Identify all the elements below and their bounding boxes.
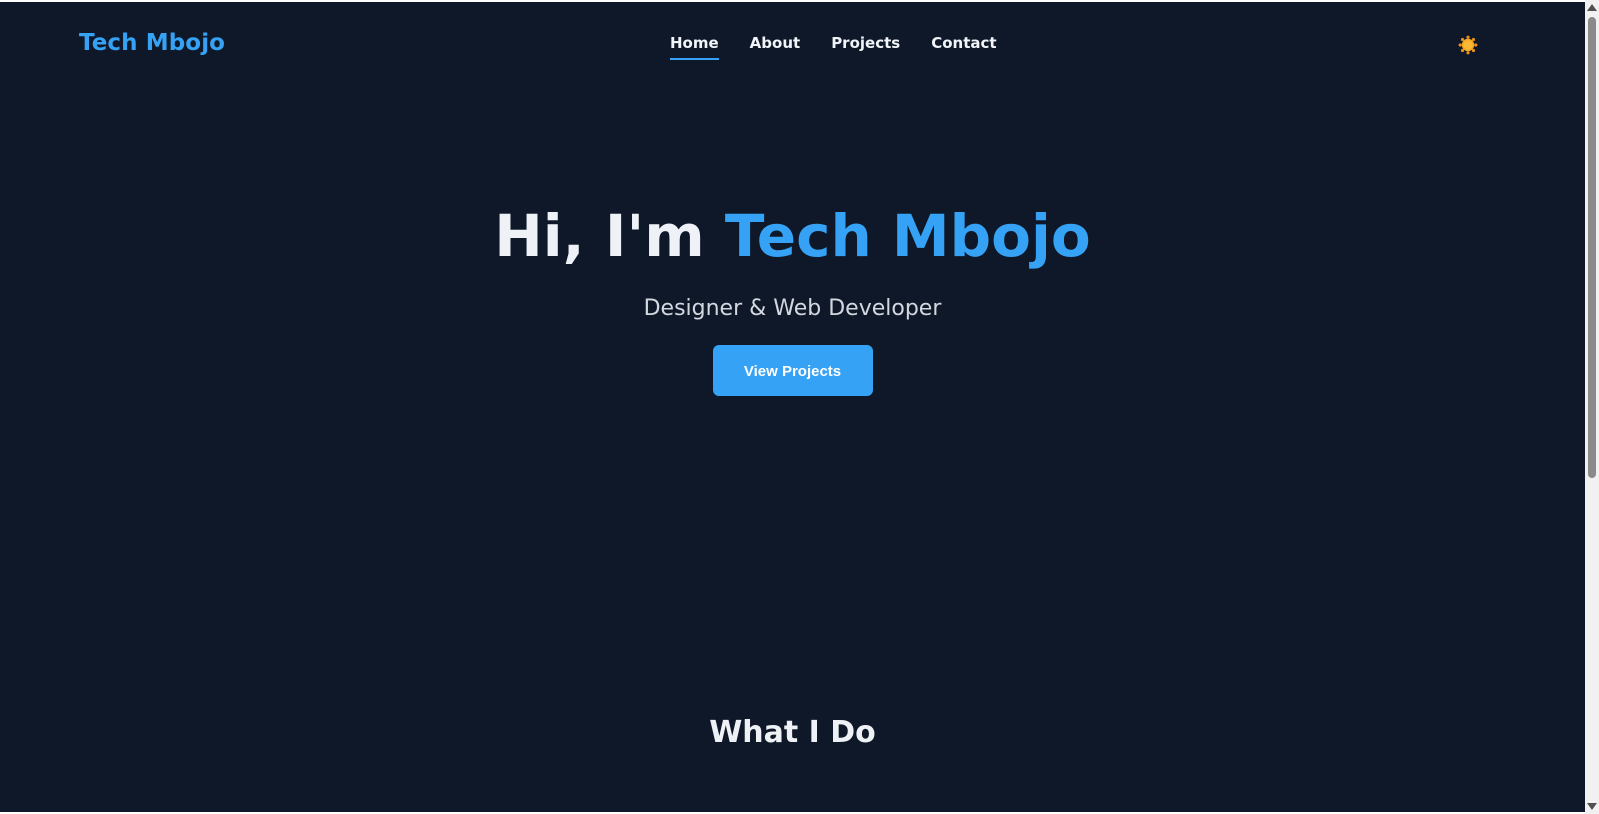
hero-title: Hi, I'm Tech Mbojo (0, 202, 1585, 272)
nav-item-home[interactable]: Home (670, 34, 719, 60)
scroll-down-arrow-icon[interactable] (1587, 803, 1597, 810)
nav-item-about[interactable]: About (750, 34, 801, 60)
scroll-up-arrow-icon[interactable] (1587, 4, 1597, 11)
hero-greeting: Hi, I'm (494, 202, 705, 270)
services-title: What I Do (709, 715, 876, 750)
vertical-scrollbar[interactable] (1585, 0, 1599, 814)
theme-toggle-button[interactable] (1456, 33, 1480, 57)
nav-item-contact[interactable]: Contact (931, 34, 996, 60)
nav-item-projects[interactable]: Projects (831, 34, 900, 60)
sun-icon (1458, 35, 1478, 55)
brand-logo[interactable]: Tech Mbojo (79, 30, 225, 56)
scrollbar-thumb[interactable] (1588, 17, 1596, 478)
page-viewport: Tech Mbojo Home About Projects Contact H… (0, 2, 1585, 812)
hero-name: Tech Mbojo (724, 202, 1091, 270)
hero-subtitle: Designer & Web Developer (643, 295, 942, 321)
view-projects-button[interactable]: View Projects (712, 344, 873, 396)
navbar: Tech Mbojo Home About Projects Contact (0, 2, 1585, 88)
nav-menu: Home About Projects Contact (670, 34, 1028, 60)
hero-section: Hi, I'm Tech Mbojo Designer & Web Develo… (0, 202, 1585, 396)
